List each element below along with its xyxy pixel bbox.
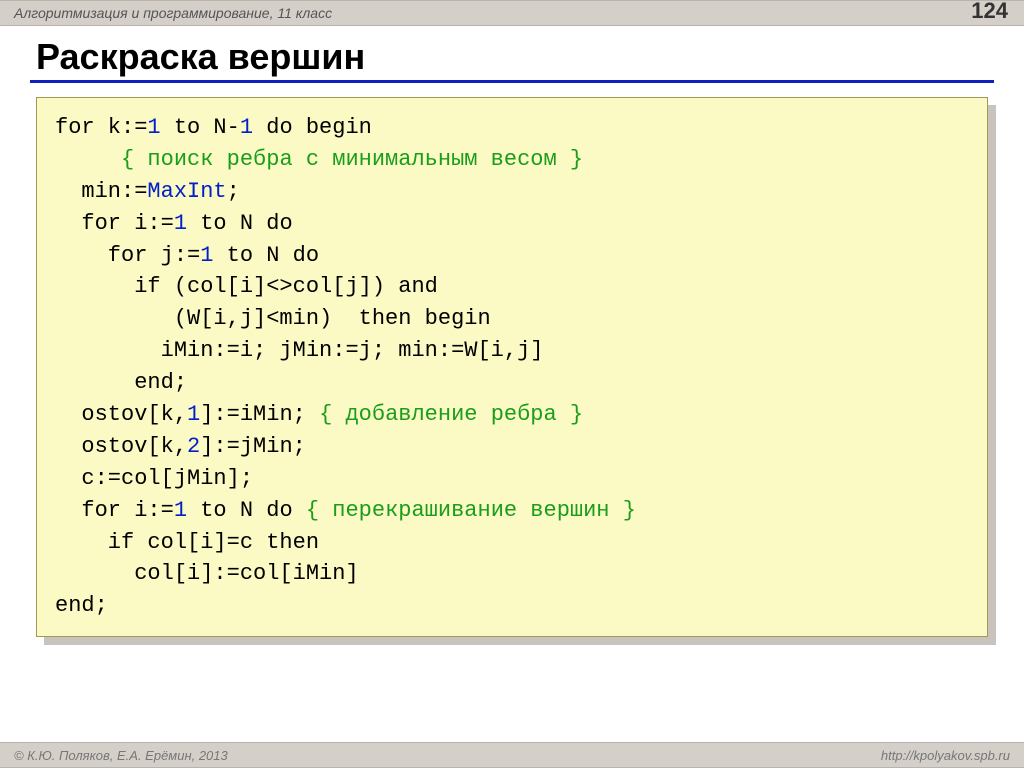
footer-copyright: © К.Ю. Поляков, Е.А. Ерёмин, 2013 bbox=[14, 748, 228, 763]
footer-bar: © К.Ю. Поляков, Е.А. Ерёмин, 2013 http:/… bbox=[0, 742, 1024, 768]
code-line: iMin:=i; jMin:=j; min:=W[i,j] bbox=[55, 338, 543, 363]
code-line: ostov[k,1]:=iMin; { добавление ребра } bbox=[55, 402, 583, 427]
header-bar: Алгоритмизация и программирование, 11 кл… bbox=[0, 0, 1024, 26]
breadcrumb: Алгоритмизация и программирование, 11 кл… bbox=[14, 5, 332, 21]
footer-url: http://kpolyakov.spb.ru bbox=[881, 748, 1010, 763]
code-line: end; bbox=[55, 370, 187, 395]
code-line: if (col[i]<>col[j]) and bbox=[55, 274, 438, 299]
code-line: ostov[k,2]:=jMin; bbox=[55, 434, 306, 459]
code-box: for k:=1 to N-1 do begin { поиск ребра с… bbox=[36, 97, 988, 637]
code-comment: { поиск ребра с минимальным весом } bbox=[121, 147, 583, 172]
code-line: col[i]:=col[iMin] bbox=[55, 561, 359, 586]
code-line: for j:=1 to N do bbox=[55, 243, 319, 268]
code-block: for k:=1 to N-1 do begin { поиск ребра с… bbox=[36, 97, 988, 637]
code-line: if col[i]=c then bbox=[55, 530, 319, 555]
slide-title: Раскраска вершин bbox=[36, 36, 994, 78]
code-line: for i:=1 to N do bbox=[55, 211, 293, 236]
page-number: 124 bbox=[971, 0, 1008, 24]
code-line: min:=MaxInt; bbox=[55, 179, 240, 204]
code-line: (W[i,j]<min) then begin bbox=[55, 306, 491, 331]
code-line: c:=col[jMin]; bbox=[55, 466, 253, 491]
code-line: for i:=1 to N do { перекрашивание вершин… bbox=[55, 498, 636, 523]
title-underline bbox=[30, 80, 994, 83]
code-line: for k:=1 to N-1 do begin bbox=[55, 115, 372, 140]
code-line: end; bbox=[55, 593, 108, 618]
slide-content: Раскраска вершин for k:=1 to N-1 do begi… bbox=[0, 26, 1024, 637]
